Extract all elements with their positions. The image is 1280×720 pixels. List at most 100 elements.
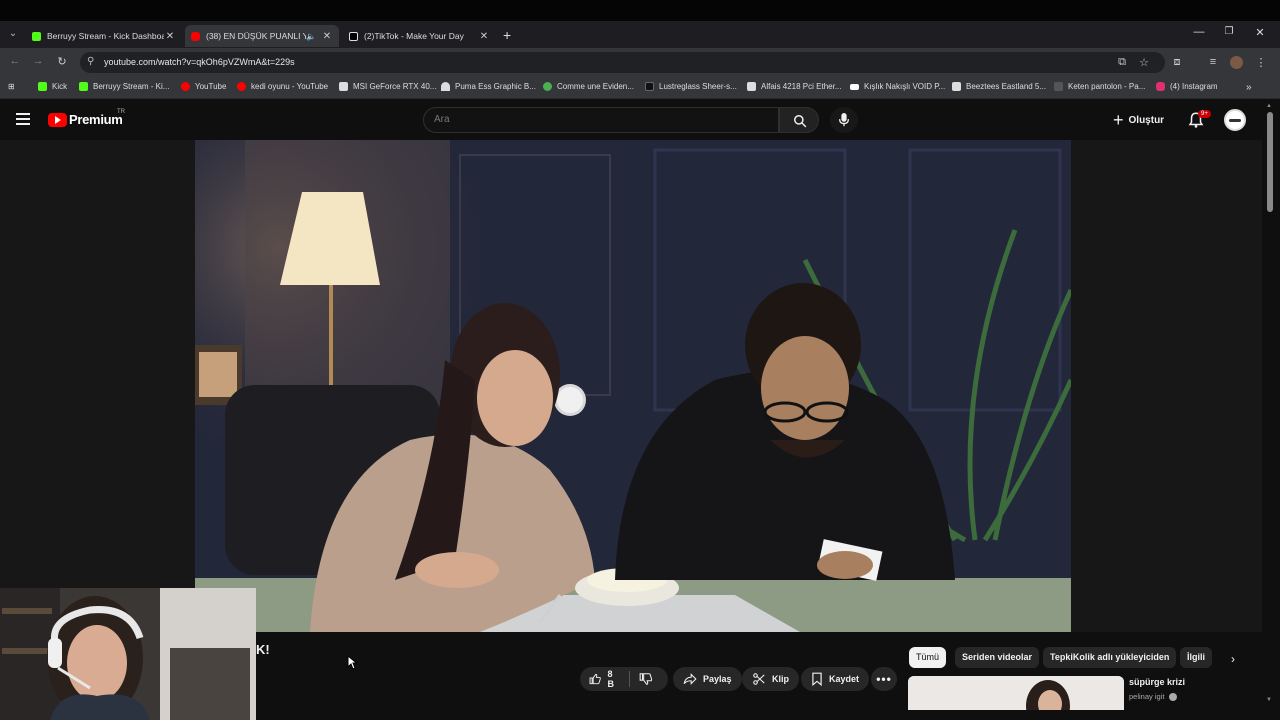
bookmark-label: Kışlık Nakışlı VOID P... — [864, 82, 945, 91]
tab-title: (38) EN DÜŞÜK PUANLI YİYE — [206, 31, 306, 41]
tab-close-icon[interactable]: ✕ — [321, 31, 333, 42]
youtube-logo-icon[interactable] — [48, 113, 67, 127]
bookmark-kick[interactable]: Kick — [38, 82, 67, 91]
guide-menu-icon[interactable] — [16, 113, 30, 125]
save-button[interactable]: Kaydet — [801, 667, 869, 691]
tab-tiktok[interactable]: (2)TikTok - Make Your Day ✕ — [343, 25, 496, 47]
audio-playing-icon[interactable]: 🔈 — [306, 32, 316, 41]
bookmark-label: YouTube — [195, 82, 226, 91]
video-frame-illustration — [195, 140, 1071, 632]
search-input[interactable] — [434, 114, 764, 125]
account-avatar[interactable] — [1224, 109, 1246, 131]
youtube-icon — [181, 82, 190, 91]
thumbs-up-icon — [589, 672, 602, 686]
tab-title: Berruyy Stream - Kick Dashboard — [47, 31, 164, 41]
recommendation-title[interactable]: süpürge krizi — [1129, 677, 1185, 687]
extensions-puzzle-icon[interactable]: ⧈ — [1170, 56, 1184, 69]
media-controls-icon[interactable]: ≡ — [1206, 56, 1220, 68]
webcam-overlay — [0, 588, 256, 720]
kick-icon — [38, 82, 47, 91]
like-dislike-group: 8 B — [580, 667, 668, 691]
bookmark-comme[interactable]: Comme une Eviden... — [543, 82, 634, 91]
voice-search-button[interactable] — [830, 107, 858, 133]
bookmark-keten[interactable]: Keten pantolon - Pa... — [1054, 82, 1145, 91]
bookmark-label: Alfais 4218 Pci Ether... — [761, 82, 842, 91]
tab-kick-dashboard[interactable]: Berruyy Stream - Kick Dashboard ✕ — [26, 25, 182, 47]
bookmark-puma[interactable]: Puma Ess Graphic B... — [441, 82, 536, 91]
video-player[interactable] — [195, 140, 1071, 632]
tiktok-favicon-icon — [349, 32, 358, 41]
scroll-up-arrow-icon[interactable]: ▲ — [1266, 103, 1272, 109]
minimize-icon[interactable]: — — [1189, 26, 1209, 38]
new-tab-plus-icon[interactable]: + — [503, 27, 511, 43]
channel-name: pelinay igit — [1129, 692, 1164, 701]
amazon-icon — [339, 82, 348, 91]
youtube-favicon-icon — [191, 32, 200, 41]
restore-icon[interactable]: ❐ — [1219, 26, 1239, 37]
forward-arrow-icon[interactable]: → — [31, 55, 45, 67]
like-count: 8 B — [608, 669, 621, 689]
bookmark-lustreglass[interactable]: Lustreglass Sheer-s... — [645, 82, 737, 91]
amazon-icon — [747, 82, 756, 91]
video-title-fragment: K! — [256, 642, 270, 657]
scrollbar-thumb[interactable] — [1267, 112, 1273, 212]
clip-button[interactable]: Klip — [742, 667, 799, 691]
create-button[interactable]: + Oluştur — [1113, 110, 1164, 130]
apps-grid-icon[interactable]: ⊞ — [8, 82, 15, 91]
bookmark-beeztees[interactable]: Beeztees Eastland 5... — [952, 82, 1046, 91]
chip-from-uploader[interactable]: TepkiKolik adlı yükleyiciden — [1043, 647, 1176, 668]
bookmark-youtube[interactable]: YouTube — [181, 82, 226, 91]
bookmark-berruyy[interactable]: Berruyy Stream - Ki... — [79, 82, 169, 91]
search-icon — [793, 114, 807, 128]
puma-icon — [441, 82, 450, 91]
like-button[interactable]: 8 B — [580, 667, 629, 691]
chip-all[interactable]: Tümü — [909, 647, 946, 668]
tab-search-chevron-icon[interactable]: ⌄ — [5, 26, 21, 42]
site-icon — [850, 84, 859, 90]
tab-close-icon[interactable]: ✕ — [478, 31, 490, 42]
bookmark-label: Keten pantolon - Pa... — [1068, 82, 1145, 91]
youtube-icon — [237, 82, 246, 91]
bookmark-instagram[interactable]: (4) Instagram — [1156, 82, 1218, 91]
youtube-premium-wordmark[interactable]: Premium — [69, 112, 123, 127]
site-icon — [645, 82, 654, 91]
window-close-icon[interactable]: ✕ — [1250, 26, 1270, 39]
bookmark-alfais[interactable]: Alfais 4218 Pci Ether... — [747, 82, 842, 91]
bookmark-star-icon[interactable]: ☆ — [1137, 56, 1151, 69]
tab-close-icon[interactable]: ✕ — [164, 31, 176, 42]
tab-youtube-active[interactable]: (38) EN DÜŞÜK PUANLI YİYE 🔈 ✕ — [185, 25, 339, 47]
amazon-icon — [952, 82, 961, 91]
more-bookmarks-chevron-icon[interactable]: » — [1246, 82, 1252, 93]
webcam-feed — [0, 588, 256, 720]
site-icon — [543, 82, 552, 91]
scissors-icon — [752, 672, 766, 686]
bookmark-label: MSI GeForce RTX 40... — [353, 82, 436, 91]
profile-avatar-icon[interactable] — [1230, 56, 1243, 69]
recommendation-channel[interactable]: pelinay igit — [1129, 692, 1177, 701]
save-label: Kaydet — [829, 674, 859, 684]
chip-related[interactable]: İlgili — [1180, 647, 1212, 668]
bookmark-kislik[interactable]: Kışlık Nakışlı VOID P... — [850, 82, 945, 91]
bookmark-msi[interactable]: MSI GeForce RTX 40... — [339, 82, 436, 91]
thumbs-down-icon — [639, 672, 653, 686]
recommendation-thumbnail[interactable] — [908, 676, 1124, 710]
instagram-icon — [1156, 82, 1165, 91]
site-info-icon[interactable]: ⚲ — [87, 56, 94, 67]
bookmark-kedi-oyunu[interactable]: kedi oyunu - YouTube — [237, 82, 328, 91]
address-bar[interactable]: ⚲ youtube.com/watch?v=qkOh6pVZWmA&t=229s — [80, 52, 1165, 73]
chips-next-chevron-icon[interactable]: › — [1231, 652, 1235, 666]
browser-menu-icon[interactable]: ⋮ — [1254, 56, 1268, 69]
share-button[interactable]: Paylaş — [673, 667, 742, 691]
more-horizontal-icon: ••• — [876, 672, 892, 686]
scroll-down-arrow-icon[interactable]: ▼ — [1266, 697, 1272, 703]
microphone-icon — [838, 113, 850, 127]
search-button[interactable] — [779, 107, 819, 133]
bookmark-label: (4) Instagram — [1170, 82, 1218, 91]
back-arrow-icon[interactable]: ← — [8, 55, 22, 67]
dislike-button[interactable] — [630, 667, 668, 691]
chip-series-videos[interactable]: Seriden videolar — [955, 647, 1039, 668]
more-actions-button[interactable]: ••• — [871, 667, 897, 691]
cast-install-icon[interactable]: ⧉ — [1115, 56, 1129, 69]
reload-icon[interactable]: ↻ — [55, 55, 69, 68]
share-arrow-icon — [683, 672, 697, 686]
